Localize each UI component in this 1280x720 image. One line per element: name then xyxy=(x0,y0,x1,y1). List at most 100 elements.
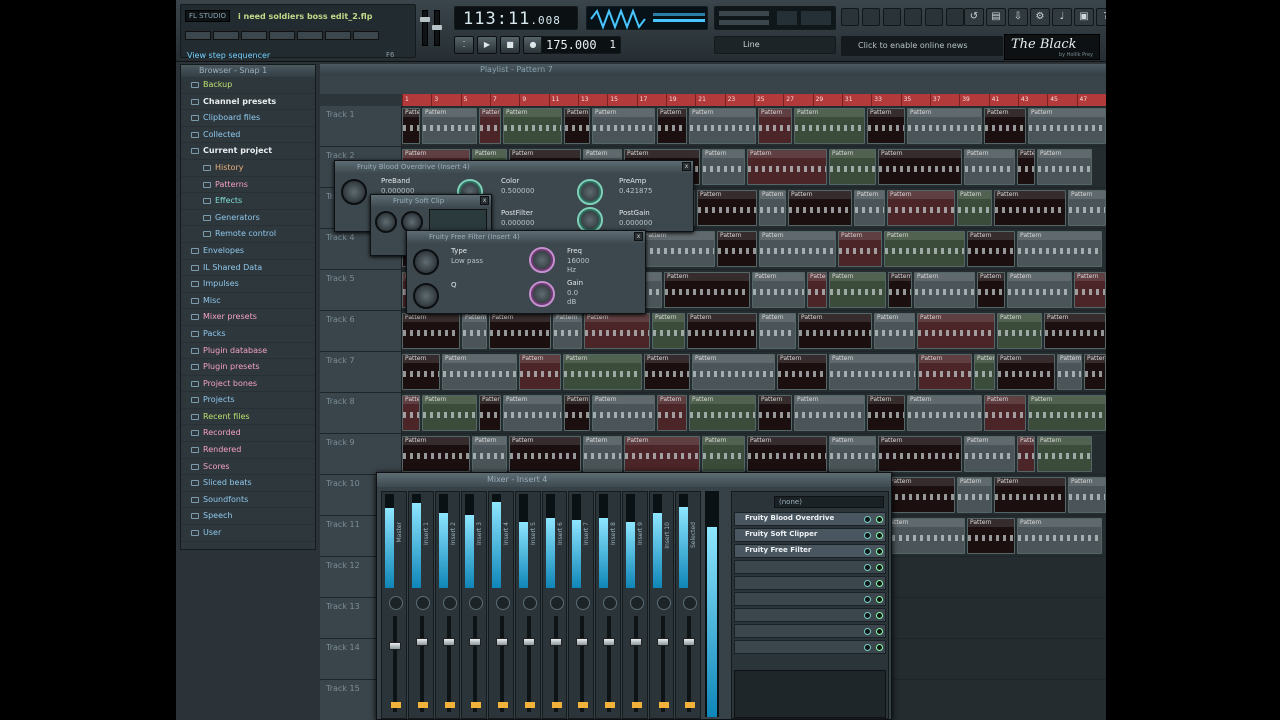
volume-fader[interactable] xyxy=(656,616,669,712)
pattern-clip[interactable]: Pattern xyxy=(664,272,750,308)
browser-item[interactable]: Channel presets xyxy=(181,94,315,111)
fader-handle[interactable] xyxy=(442,638,455,646)
pattern-clip[interactable]: Pattern xyxy=(867,395,905,431)
pattern-clip[interactable]: Pattern xyxy=(907,395,982,431)
browser-item[interactable]: Mixer presets xyxy=(181,309,315,326)
pattern-clip[interactable]: Pattern xyxy=(1068,477,1106,513)
pattern-clip[interactable]: Pattern xyxy=(884,231,965,267)
mixer-strip[interactable]: Insert 1 xyxy=(407,491,434,719)
mix-knob-icon[interactable] xyxy=(864,612,871,619)
pattern-clip[interactable]: Pattern xyxy=(592,108,655,144)
pattern-clip[interactable]: Pattern xyxy=(964,149,1015,185)
pattern-clip[interactable]: Pattern xyxy=(479,108,501,144)
pattern-clip[interactable]: Pattern xyxy=(1017,518,1102,554)
pattern-clip[interactable]: Pattern xyxy=(957,190,992,226)
pattern-clip[interactable]: Pattern xyxy=(402,313,460,349)
pan-knob[interactable] xyxy=(603,596,617,610)
volume-fader[interactable] xyxy=(683,616,696,712)
pan-knob[interactable] xyxy=(442,596,457,610)
fader-handle[interactable] xyxy=(549,638,562,646)
free-filter-title[interactable]: Fruity Free Filter (Insert 4) x xyxy=(407,231,645,243)
pattern-clip[interactable]: Pattern xyxy=(794,108,865,144)
pattern-clip[interactable]: Pattern xyxy=(984,108,1026,144)
fader-handle[interactable] xyxy=(656,638,669,646)
track-lane[interactable]: PatternPatternPatternPatternPatternPatte… xyxy=(402,393,1106,433)
pattern-clip[interactable]: Pattern xyxy=(553,313,582,349)
track-label[interactable]: Track 6 xyxy=(320,311,402,351)
pattern-song-toggle[interactable]: ⁚ xyxy=(454,36,474,54)
pattern-clip[interactable]: Pattern xyxy=(402,354,440,390)
save-icon[interactable]: ▤ xyxy=(986,8,1006,26)
browser-item[interactable]: Soundfonts xyxy=(181,492,315,509)
mute-led[interactable] xyxy=(471,702,482,708)
freq-knob[interactable] xyxy=(529,247,555,273)
stop-icon[interactable]: ■ xyxy=(500,36,520,54)
playlist-title[interactable]: Playlist - Pattern 7 xyxy=(320,64,1106,76)
pan-knob[interactable] xyxy=(389,596,403,610)
mixer-strip[interactable]: Insert 8 xyxy=(595,491,621,719)
online-news-panel[interactable]: Click to enable online news xyxy=(841,36,1003,56)
pattern-clip[interactable]: Pattern xyxy=(884,518,965,554)
pattern-clip[interactable]: Pattern xyxy=(887,190,955,226)
fx-slot[interactable] xyxy=(734,624,886,638)
mix-knob-icon[interactable] xyxy=(864,596,871,603)
pattern-clip[interactable]: Pattern xyxy=(964,436,1015,472)
pattern-clip[interactable]: Pattern xyxy=(829,354,916,390)
pattern-clip[interactable]: Pattern xyxy=(509,436,581,472)
threshold-knob[interactable] xyxy=(375,211,397,233)
browser-item[interactable]: History xyxy=(181,160,315,177)
pattern-clip[interactable]: Pattern xyxy=(657,108,687,144)
browser-item[interactable]: Speech xyxy=(181,508,315,526)
browser-item[interactable]: Backup xyxy=(181,77,315,94)
mute-led[interactable] xyxy=(417,702,428,708)
pattern-clip[interactable]: Pattern xyxy=(967,231,1015,267)
volume-fader[interactable] xyxy=(389,616,401,712)
mix-knob-icon[interactable] xyxy=(864,516,871,523)
pattern-clip[interactable]: Pattern xyxy=(759,231,836,267)
mute-led[interactable] xyxy=(524,702,535,708)
mute-led[interactable] xyxy=(631,702,642,708)
record-icon[interactable]: ● xyxy=(523,36,543,54)
pattern-clip[interactable]: Pattern xyxy=(888,272,912,308)
pattern-clip[interactable]: Pattern xyxy=(564,395,590,431)
pattern-clip[interactable]: Pattern xyxy=(1084,354,1106,390)
timeline-ruler[interactable]: 1 3 5 7 9 11 13 15 17 19 21 23 25 27 29 31 33 35 37 39 41 43 4… xyxy=(402,94,1106,106)
browser-item[interactable]: IL Shared Data xyxy=(181,260,315,277)
mixer-strip[interactable]: Insert 10 xyxy=(648,491,675,719)
pattern-clip[interactable]: Pattern xyxy=(472,436,507,472)
pattern-clip[interactable]: Pattern xyxy=(1028,395,1106,431)
pattern-clip[interactable]: Pattern xyxy=(503,395,562,431)
view-mixer-icon[interactable] xyxy=(904,8,922,26)
pan-knob[interactable] xyxy=(656,596,671,610)
mix-knob-icon[interactable] xyxy=(864,532,871,539)
volume-fader[interactable] xyxy=(442,616,455,712)
pattern-clip[interactable]: Pattern xyxy=(479,395,501,431)
pattern-clip[interactable]: Pattern xyxy=(689,108,756,144)
slot-enable-icon[interactable] xyxy=(876,532,883,539)
volume-fader[interactable] xyxy=(415,616,428,712)
pattern-clip[interactable]: Pattern xyxy=(442,354,517,390)
pattern-clip[interactable]: Pattern xyxy=(777,354,827,390)
fx-slot[interactable]: Fruity Soft Clipper xyxy=(734,528,886,542)
fx-slot[interactable] xyxy=(734,608,886,622)
volume-fader[interactable] xyxy=(549,616,562,712)
pattern-clip[interactable]: Pattern xyxy=(1074,272,1106,308)
pattern-clip[interactable]: Pattern xyxy=(692,354,775,390)
pattern-clip[interactable]: Pattern xyxy=(867,108,905,144)
browser-item[interactable]: Effects xyxy=(181,193,315,210)
pattern-clip[interactable]: Pattern xyxy=(758,108,792,144)
pattern-clip[interactable]: Pattern xyxy=(918,354,972,390)
app-badge[interactable]: FL STUDIO xyxy=(185,10,230,22)
pattern-clip[interactable]: Pattern xyxy=(747,436,827,472)
browser-item[interactable]: Project bones xyxy=(181,376,315,393)
pattern-clip[interactable]: Pattern xyxy=(829,272,886,308)
pattern-clip[interactable]: Pattern xyxy=(402,436,470,472)
pattern-clip[interactable]: Pattern xyxy=(887,477,955,513)
track-label[interactable]: Track 1 xyxy=(320,106,402,146)
snap-selector[interactable]: Line xyxy=(714,36,836,54)
browser-item[interactable]: Current project xyxy=(181,143,315,160)
browser-title[interactable]: Browser - Snap 1 xyxy=(181,65,315,77)
close-icon[interactable]: x xyxy=(634,232,643,241)
pattern-clip[interactable]: Pattern xyxy=(462,313,487,349)
pattern-clip[interactable]: Pattern xyxy=(642,231,715,267)
